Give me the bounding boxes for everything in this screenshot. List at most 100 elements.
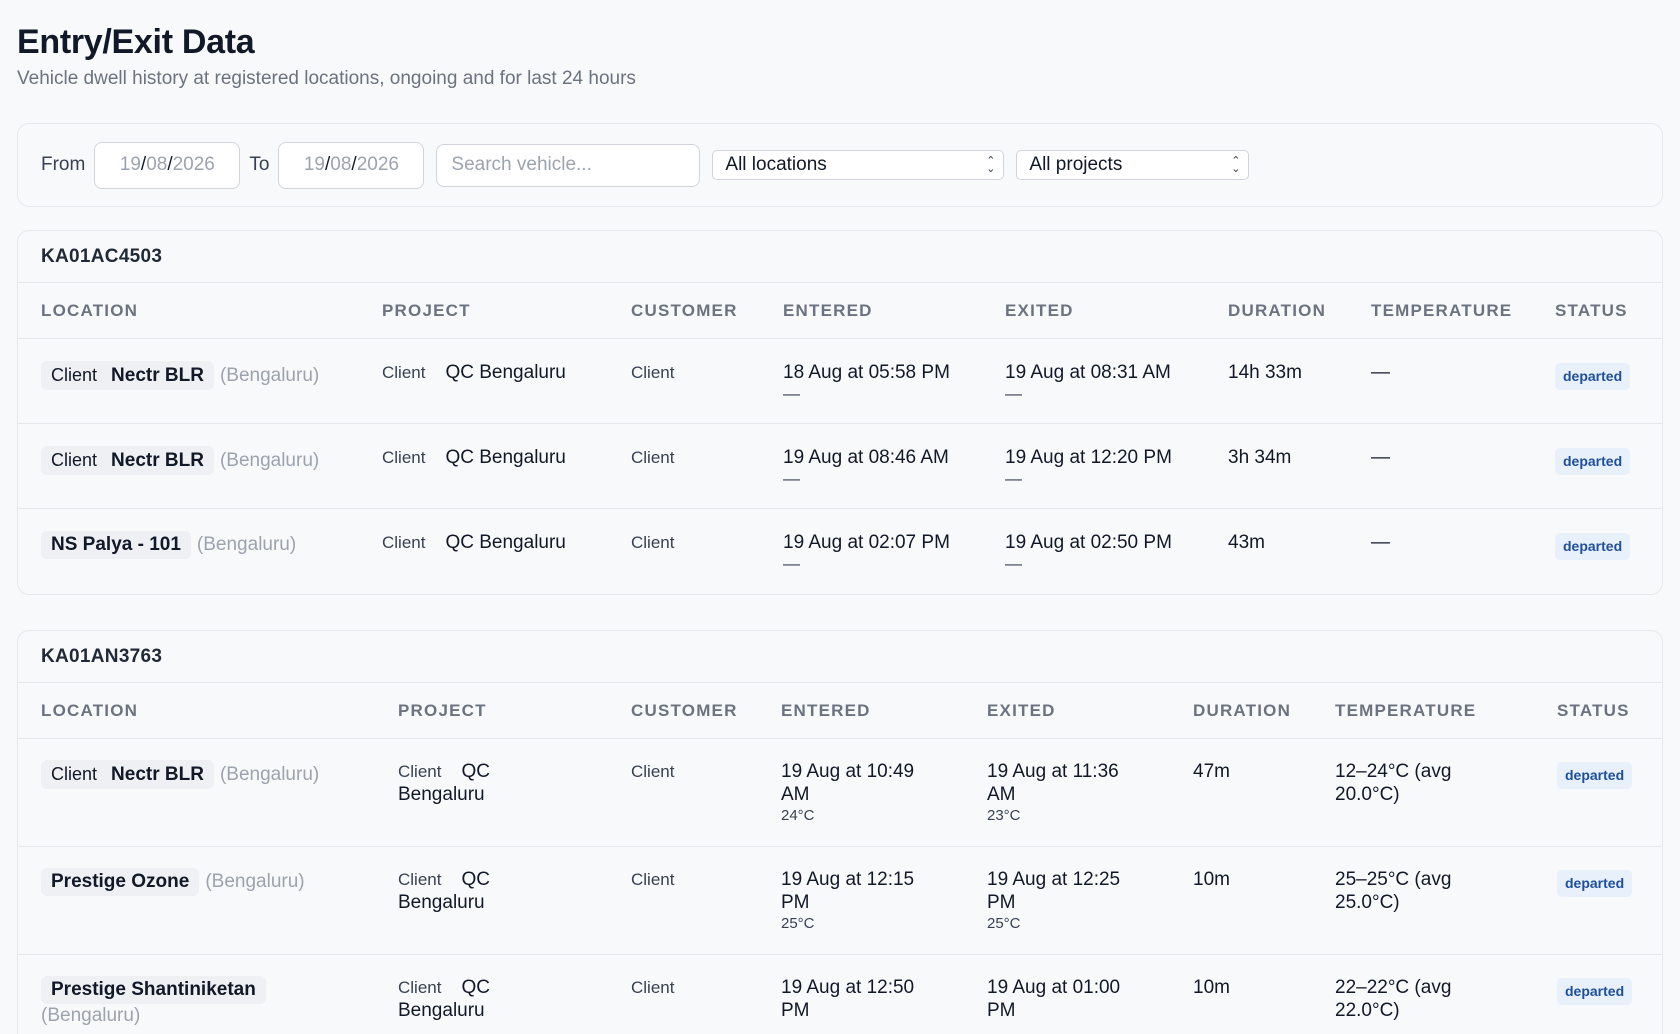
page-title: Entry/Exit Data (17, 23, 255, 61)
project-cell: Client QC Bengaluru (398, 869, 490, 913)
project-cell: Client QC Bengaluru (382, 532, 566, 553)
exited-cell: 19 Aug at 12:25 PM 25°C (987, 869, 1121, 932)
status-cell: departed (1557, 760, 1633, 789)
duration-cell: 10m (1193, 869, 1230, 890)
col-temperature: TEMPERATURE (1335, 700, 1477, 720)
col-exited: EXITED (987, 700, 1056, 720)
col-project: PROJECT (398, 700, 487, 720)
project-cell: Client QC Bengaluru (382, 447, 566, 468)
to-label: To (249, 154, 270, 175)
vehicle-number: KA01AN3763 (41, 645, 163, 667)
project-cell: Client QC Bengaluru (382, 362, 566, 383)
customer-cell: Client (631, 448, 675, 467)
vehicle-number: KA01AC4503 (41, 245, 163, 267)
col-location: LOCATION (41, 300, 139, 320)
location-cell: NS Palya - 101 (Bengaluru) (18, 531, 382, 559)
col-customer: CUSTOMER (631, 700, 738, 720)
status-badge: departed (1555, 363, 1631, 390)
vehicle-card: KA01AC4503 LOCATION PROJECT CUSTOMER ENT… (17, 230, 1663, 595)
location-cell: Prestige Ozone (Bengaluru) (18, 868, 398, 896)
to-date-input[interactable]: 19/08/2026 (278, 141, 425, 189)
table-row[interactable]: Client Nectr BLR (Bengaluru) Client QC Benga… (18, 739, 1662, 847)
temperature-cell: 12–24°C (avg 20.0°C) (1335, 761, 1452, 805)
status-cell: departed (1555, 361, 1631, 390)
table-header: LOCATION PROJECT CUSTOMER ENTERED EXITED… (18, 683, 1662, 739)
search-vehicle-input[interactable] (436, 143, 701, 187)
project-cell: Client QC Bengaluru (398, 761, 490, 805)
select-arrows-icon: ⌃ ⌄ (986, 155, 996, 175)
col-status: STATUS (1557, 700, 1630, 720)
table-row[interactable]: Client Nectr BLR (Bengaluru) Client QC Beng… (18, 339, 1662, 424)
location-chip: NS Palya - 101 (41, 531, 191, 559)
temperature-cell: 25–25°C (avg 25.0°C) (1335, 869, 1452, 913)
entered-cell: 18 Aug at 05:58 PM — (783, 362, 950, 403)
col-exited: EXITED (1005, 300, 1074, 320)
from-label: From (41, 154, 86, 175)
location-chip: Client Nectr BLR (41, 760, 214, 789)
entered-cell: 19 Aug at 08:46 AM — (783, 447, 949, 488)
exited-cell: 19 Aug at 11:36 AM 23°C (987, 761, 1119, 824)
temperature-cell: — (1371, 362, 1390, 383)
location-cell: Client Nectr BLR (Bengaluru) (18, 760, 398, 789)
customer-cell: Client (631, 762, 675, 781)
status-badge: departed (1557, 870, 1633, 897)
project-cell: Client QC Bengaluru (398, 977, 490, 1021)
col-entered: ENTERED (781, 700, 871, 720)
table-header: LOCATION PROJECT CUSTOMER ENTERED EXITED… (18, 283, 1662, 339)
col-customer: CUSTOMER (631, 300, 738, 320)
status-cell: departed (1557, 976, 1633, 1005)
duration-cell: 43m (1228, 532, 1265, 553)
location-chip: Client Nectr BLR (41, 446, 214, 475)
location-cell: Client Nectr BLR (Bengaluru) (18, 446, 382, 475)
col-temperature: TEMPERATURE (1371, 300, 1513, 320)
location-select[interactable]: All locations ⌃ ⌄ (712, 150, 1005, 180)
entered-cell: 19 Aug at 02:07 PM — (783, 532, 950, 573)
exited-cell: 19 Aug at 02:50 PM — (1005, 532, 1172, 573)
location-cell: Prestige Shantiniketan (Bengaluru) (18, 976, 398, 1027)
vehicle-header: KA01AN3763 (18, 631, 1662, 683)
temperature-cell: — (1371, 532, 1390, 553)
temperature-cell: — (1371, 447, 1390, 468)
table-row[interactable]: Prestige Ozone (Bengaluru) Client QC Bengal… (18, 847, 1662, 955)
table-row[interactable]: NS Palya - 101 (Bengaluru) Client QC Benga… (18, 509, 1662, 594)
exited-cell: 19 Aug at 08:31 AM — (1005, 362, 1171, 403)
duration-cell: 47m (1193, 761, 1230, 782)
exited-cell: 19 Aug at 12:20 PM — (1005, 447, 1172, 488)
customer-cell: Client (631, 870, 675, 889)
status-badge: departed (1557, 762, 1633, 789)
status-badge: departed (1555, 533, 1631, 560)
col-project: PROJECT (382, 300, 471, 320)
duration-cell: 10m (1193, 977, 1230, 998)
status-cell: departed (1557, 868, 1633, 897)
project-select[interactable]: All projects ⌃ ⌄ (1016, 150, 1250, 180)
location-chip: Client Nectr BLR (41, 361, 214, 390)
customer-cell: Client (631, 533, 675, 552)
col-entered: ENTERED (783, 300, 873, 320)
exited-cell: 19 Aug at 01:00 PM (987, 977, 1121, 1021)
from-date-input[interactable]: 19/08/2026 (94, 141, 241, 189)
entered-cell: 19 Aug at 12:50 PM (781, 977, 915, 1021)
table-row[interactable]: Client Nectr BLR (Bengaluru) Client QC Beng… (18, 424, 1662, 509)
status-cell: departed (1555, 531, 1631, 560)
duration-cell: 3h 34m (1228, 447, 1292, 468)
entered-cell: 19 Aug at 10:49 AM 24°C (781, 761, 915, 824)
vehicle-header: KA01AC4503 (18, 231, 1662, 283)
duration-cell: 14h 33m (1228, 362, 1302, 383)
entry-exit-page: Entry/Exit Data Vehicle dwell history at… (0, 0, 1680, 1034)
location-chip: Prestige Ozone (41, 868, 200, 896)
location-cell: Client Nectr BLR (Bengaluru) (18, 361, 382, 390)
table-row[interactable]: Prestige Shantiniketan (Bengaluru) Client… (18, 955, 1662, 1034)
status-badge: departed (1555, 448, 1631, 475)
customer-cell: Client (631, 978, 675, 997)
col-duration: DURATION (1228, 300, 1327, 320)
vehicle-card: KA01AN3763 LOCATION PROJECT CUSTOMER ENT… (17, 630, 1663, 1034)
status-cell: departed (1555, 446, 1631, 475)
select-arrows-icon: ⌃ ⌄ (1231, 155, 1241, 175)
col-status: STATUS (1555, 300, 1628, 320)
filter-bar: From 19/08/2026 To 19/08/2026 All locati… (17, 123, 1663, 207)
location-chip: Prestige Shantiniketan (41, 976, 266, 1004)
status-badge: departed (1557, 978, 1633, 1005)
temperature-cell: 22–22°C (avg 22.0°C) (1335, 977, 1452, 1021)
col-location: LOCATION (41, 700, 139, 720)
page-subtitle: Vehicle dwell history at registered loca… (17, 68, 636, 89)
